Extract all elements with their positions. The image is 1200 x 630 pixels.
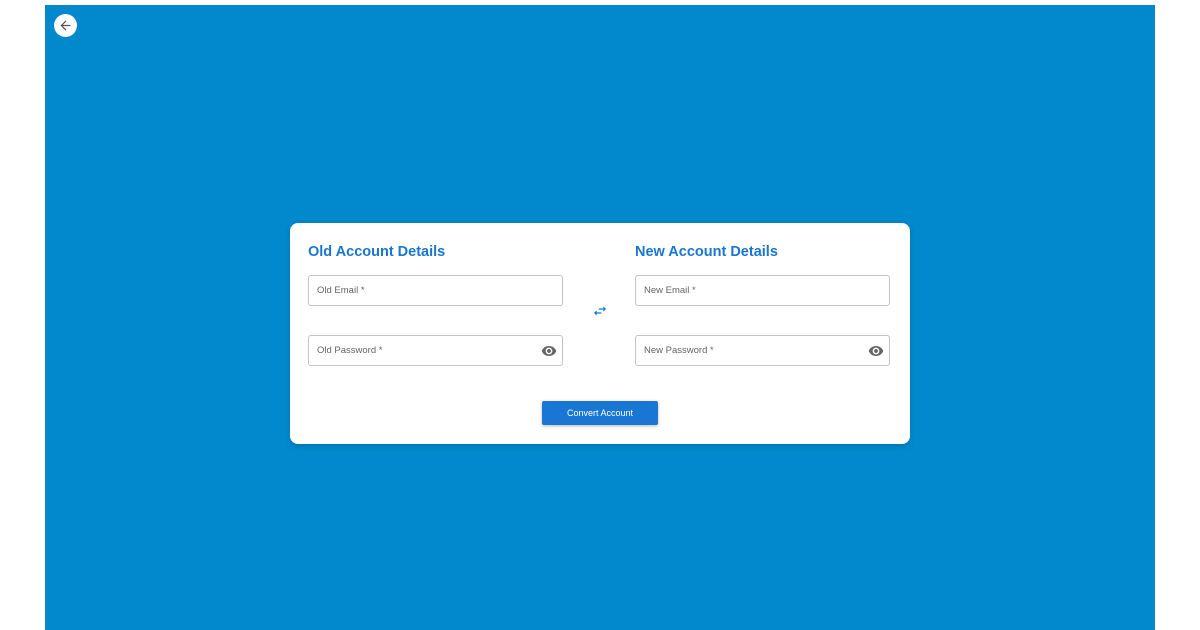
old-email-input[interactable] [309,276,562,305]
old-email-field [308,275,563,306]
eye-icon[interactable] [541,343,557,359]
new-account-title: New Account Details [635,244,778,260]
old-password-input[interactable] [309,336,562,365]
arrow-left-icon [60,20,71,31]
convert-account-button[interactable]: Convert Account [542,401,658,425]
old-account-title: Old Account Details [308,244,446,260]
convert-account-card: Old Account Details New Account Details … [290,223,910,444]
eye-icon[interactable] [868,343,884,359]
new-password-input[interactable] [636,336,889,365]
app-background: Old Account Details New Account Details … [45,5,1155,630]
old-password-field [308,335,563,366]
new-email-field [635,275,890,306]
swap-horiz-icon [594,306,606,316]
new-password-field [635,335,890,366]
back-button[interactable] [54,14,77,37]
new-email-input[interactable] [636,276,889,305]
